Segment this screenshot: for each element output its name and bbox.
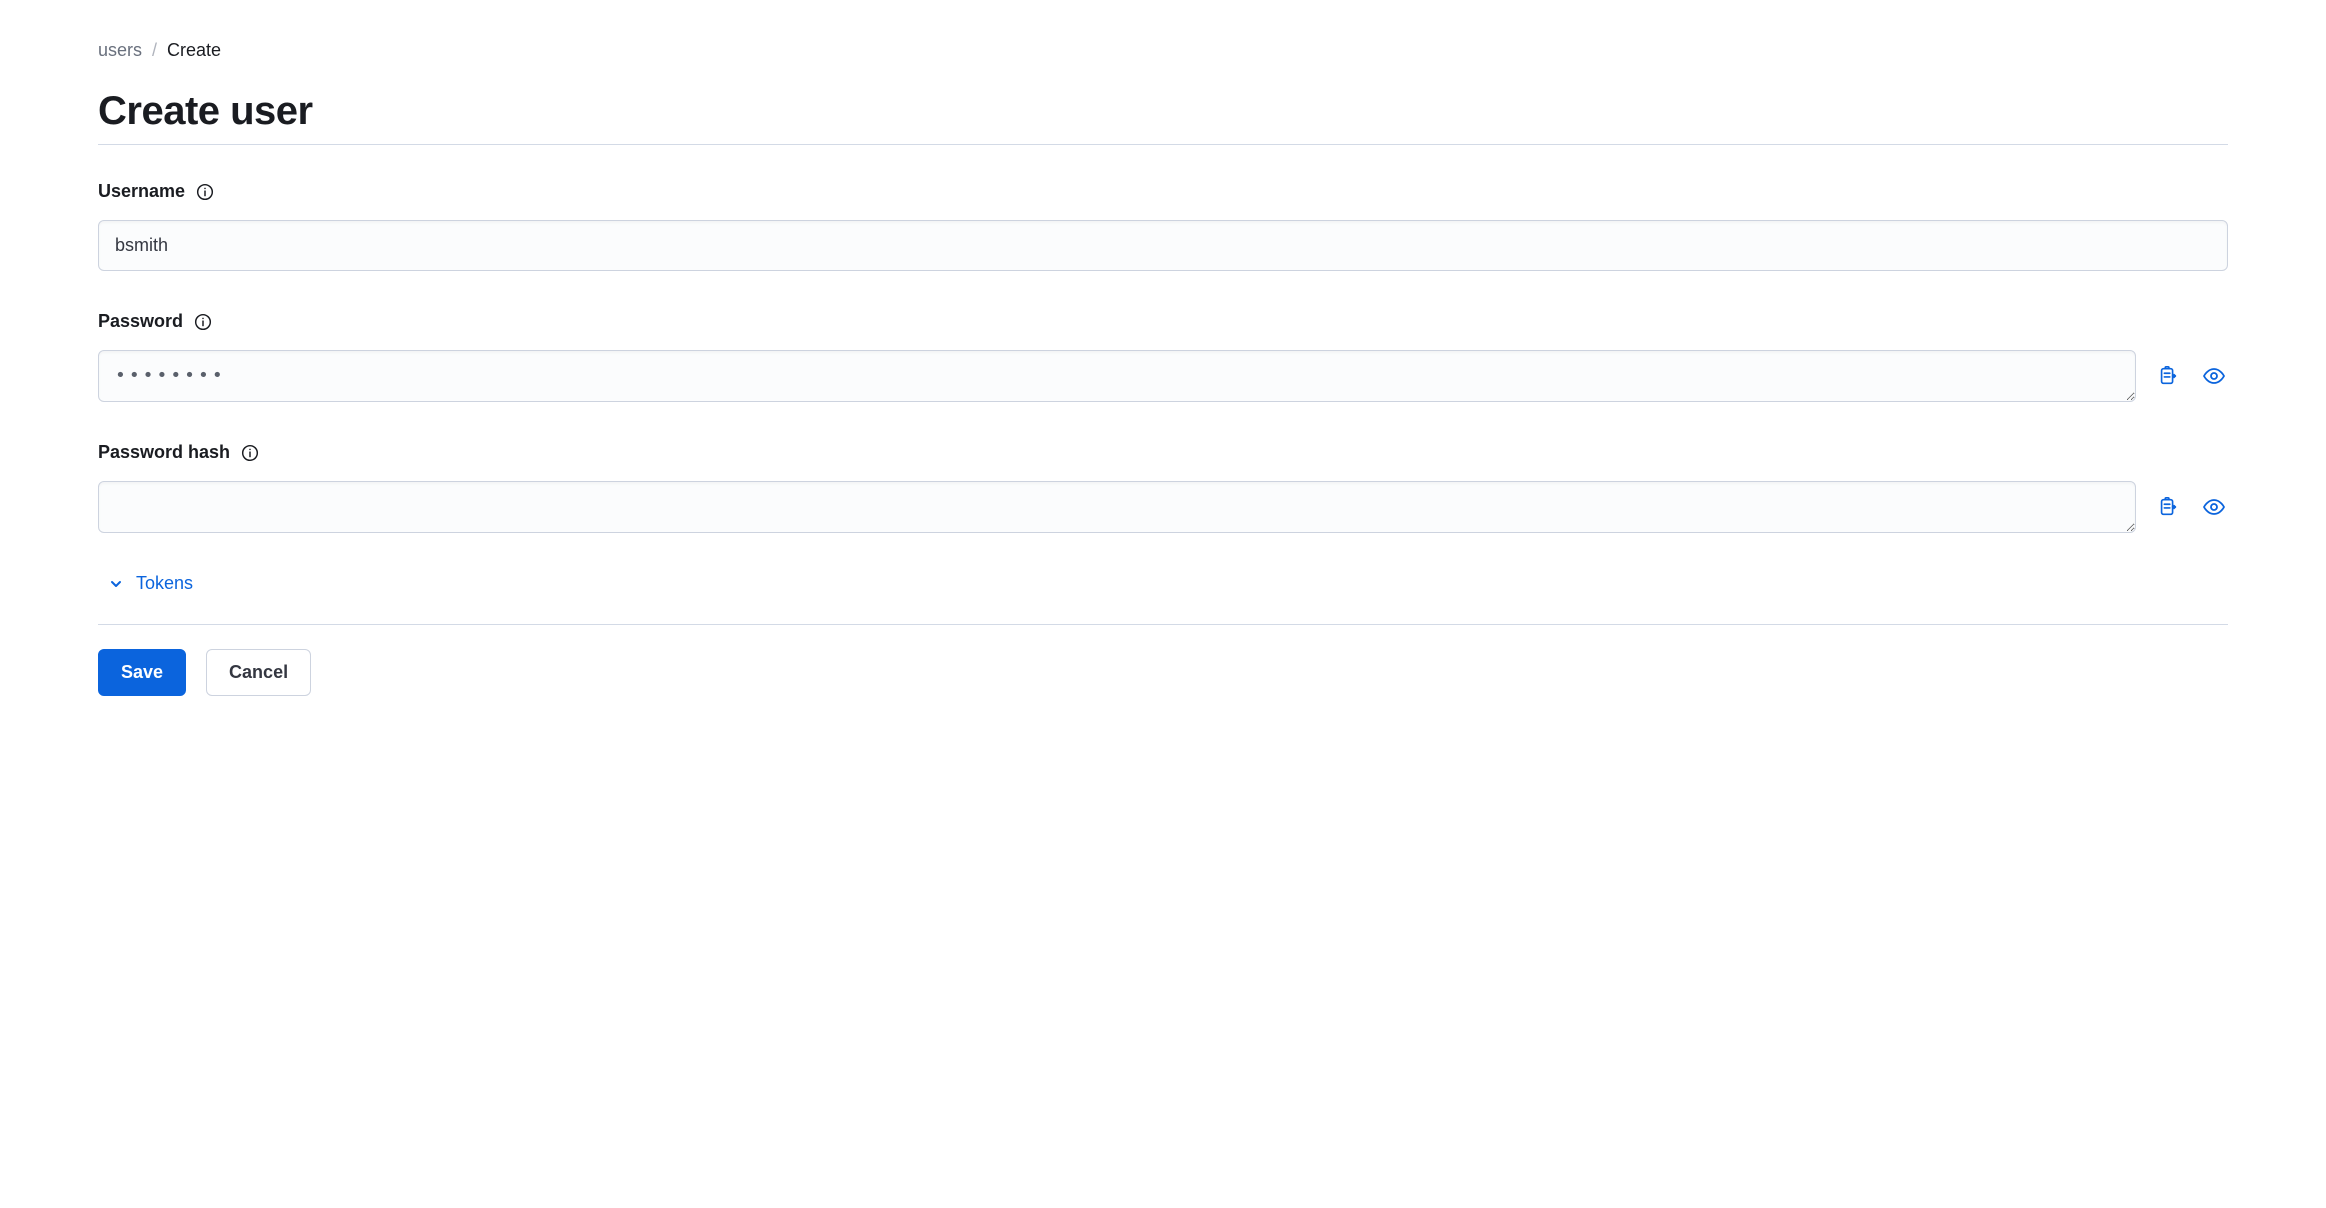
form-actions: Save Cancel	[98, 649, 2228, 696]
field-label-row: Password hash	[98, 442, 2228, 463]
cancel-button[interactable]: Cancel	[206, 649, 311, 696]
page-title: Create user	[98, 89, 2228, 144]
password-hash-input[interactable]	[98, 481, 2136, 533]
tokens-label: Tokens	[136, 573, 193, 594]
password-input[interactable]: ••••••••	[98, 350, 2136, 402]
title-divider	[98, 144, 2228, 145]
copy-clipboard-icon[interactable]	[2154, 493, 2182, 521]
save-button[interactable]: Save	[98, 649, 186, 696]
eye-icon[interactable]	[2200, 493, 2228, 521]
footer-divider	[98, 624, 2228, 625]
eye-icon[interactable]	[2200, 362, 2228, 390]
info-icon[interactable]	[193, 312, 213, 332]
chevron-down-icon	[108, 576, 124, 592]
breadcrumb-separator: /	[152, 40, 157, 61]
copy-clipboard-icon[interactable]	[2154, 362, 2182, 390]
breadcrumb: users / Create	[98, 40, 2228, 61]
field-label-row: Username	[98, 181, 2228, 202]
info-icon[interactable]	[240, 443, 260, 463]
field-password-hash: Password hash	[98, 442, 2228, 533]
breadcrumb-current: Create	[167, 40, 221, 61]
tokens-collapsible[interactable]: Tokens	[108, 573, 2228, 594]
username-label: Username	[98, 181, 185, 202]
breadcrumb-link-users[interactable]: users	[98, 40, 142, 61]
field-password: Password ••••••••	[98, 311, 2228, 402]
password-label: Password	[98, 311, 183, 332]
password-hash-label: Password hash	[98, 442, 230, 463]
username-input[interactable]	[98, 220, 2228, 271]
field-username: Username	[98, 181, 2228, 271]
info-icon[interactable]	[195, 182, 215, 202]
field-label-row: Password	[98, 311, 2228, 332]
